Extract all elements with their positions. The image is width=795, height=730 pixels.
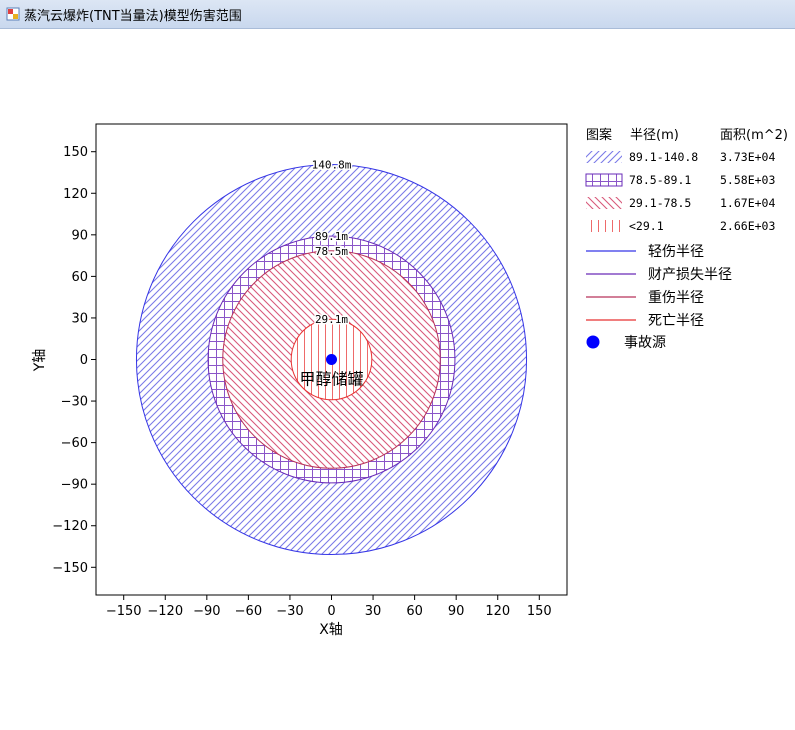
x-tick-label: 120 xyxy=(485,604,510,619)
legend-area: 2.66E+03 xyxy=(720,219,775,233)
legend-swatch-light xyxy=(586,151,622,163)
y-tick-label: 90 xyxy=(71,228,88,243)
x-tick-label: 60 xyxy=(406,604,423,619)
x-tick-label: 30 xyxy=(365,604,382,619)
source-label: 甲醇储罐 xyxy=(299,370,363,389)
legend-header: 半径(m) xyxy=(630,128,679,143)
y-tick-label: 60 xyxy=(71,270,88,285)
radius-label-light: 140.8m xyxy=(312,158,352,171)
legend-range: 78.5-89.1 xyxy=(629,173,691,187)
legend-line-label: 财产损失半径 xyxy=(648,267,732,283)
y-tick-label: −60 xyxy=(61,436,88,451)
x-tick-label: −60 xyxy=(235,604,262,619)
legend-swatch-death xyxy=(586,220,622,232)
x-tick-label: 90 xyxy=(448,604,465,619)
y-tick-label: 0 xyxy=(80,353,88,368)
legend-line-label: 轻伤半径 xyxy=(648,244,704,260)
y-tick-label: 120 xyxy=(63,187,88,202)
legend-range: <29.1 xyxy=(629,219,664,233)
form-client-area: 140.8m 89.1m 78.5m 29.1m 甲醇储罐 −150 −120 −90 −60… xyxy=(0,29,795,726)
radius-label-severe: 78.5m xyxy=(315,245,348,258)
legend-swatch-severe xyxy=(586,197,622,209)
x-tick-label: −120 xyxy=(147,604,183,619)
y-axis-ticks: 150 120 90 60 30 0 −30 −60 −90 −120 −150 xyxy=(52,145,96,576)
x-tick-label: 0 xyxy=(327,604,335,619)
legend-area: 1.67E+04 xyxy=(720,196,775,210)
x-tick-label: −90 xyxy=(193,604,220,619)
radius-label-property: 89.1m xyxy=(315,230,348,243)
legend: 图案 半径(m) 面积(m^2) 89.1-140.8 3.73E+04 78.5-89.… xyxy=(585,128,788,351)
legend-header: 面积(m^2) xyxy=(720,128,788,143)
x-tick-label: −150 xyxy=(106,604,142,619)
title-bar: 蒸汽云爆炸(TNT当量法)模型伤害范围 xyxy=(0,0,795,29)
radius-label-death: 29.1m xyxy=(315,313,348,326)
y-axis-label: Y轴 xyxy=(32,349,48,373)
legend-area: 5.58E+03 xyxy=(720,173,775,187)
legend-header: 图案 xyxy=(586,128,612,143)
y-tick-label: −150 xyxy=(52,561,88,576)
legend-range: 29.1-78.5 xyxy=(629,196,691,210)
legend-source-marker xyxy=(586,335,600,349)
y-tick-label: 30 xyxy=(71,311,88,326)
plot-area: 140.8m 89.1m 78.5m 29.1m 甲醇储罐 xyxy=(135,157,528,556)
legend-line-label: 死亡半径 xyxy=(648,313,704,329)
accident-source-marker xyxy=(326,354,337,365)
app-icon xyxy=(6,7,20,21)
y-tick-label: −120 xyxy=(52,519,88,534)
y-tick-label: −90 xyxy=(61,478,88,493)
y-tick-label: −30 xyxy=(61,395,88,410)
damage-range-chart: 140.8m 89.1m 78.5m 29.1m 甲醇储罐 −150 −120 −90 −60… xyxy=(32,123,788,638)
legend-source-label: 事故源 xyxy=(624,335,666,351)
x-axis-ticks: −150 −120 −90 −60 −30 0 30 60 90 120 150 xyxy=(106,595,552,619)
window-title: 蒸汽云爆炸(TNT当量法)模型伤害范围 xyxy=(24,9,242,24)
x-tick-label: 150 xyxy=(527,604,552,619)
legend-swatch-property xyxy=(585,173,623,187)
legend-line-label: 重伤半径 xyxy=(648,290,704,306)
x-tick-label: −30 xyxy=(276,604,303,619)
x-axis-label: X轴 xyxy=(319,622,343,638)
legend-range: 89.1-140.8 xyxy=(629,150,698,164)
legend-area: 3.73E+04 xyxy=(720,150,775,164)
y-tick-label: 150 xyxy=(63,145,88,160)
